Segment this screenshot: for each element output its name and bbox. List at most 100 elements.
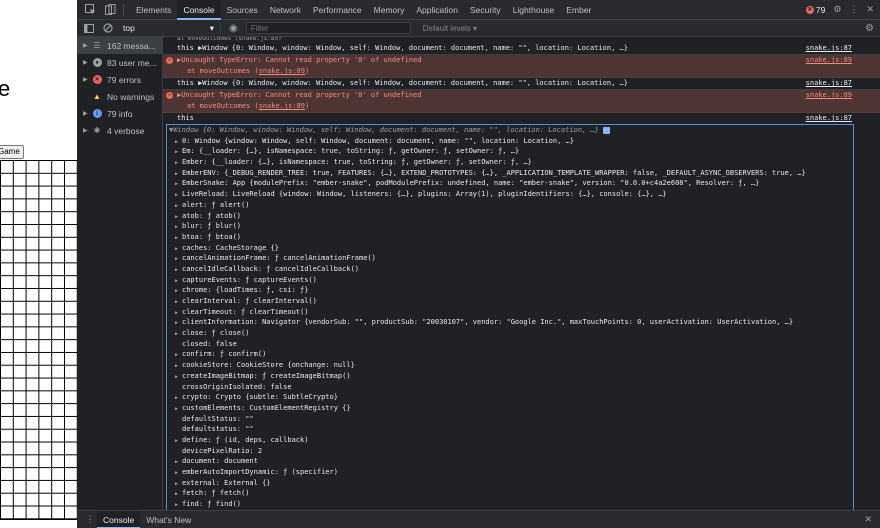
console-log-line[interactable]: this snake.js:87 <box>163 113 880 124</box>
tab-lighthouse[interactable]: Lighthouse <box>507 0 561 20</box>
expand-arrow-icon[interactable]: ▶ <box>175 468 182 478</box>
expand-arrow-icon[interactable]: ▶ <box>175 276 182 286</box>
expand-arrow-icon[interactable]: ▶ <box>175 308 182 318</box>
tab-sources[interactable]: Sources <box>221 0 264 20</box>
window-object-tree[interactable]: ▼Window {0: Window, window: Window, self… <box>166 124 854 510</box>
log-levels-dropdown[interactable]: Default levels ▾ <box>423 24 477 33</box>
object-property-row[interactable]: ▶ cookieStore: CookieStore {onchange: nul… <box>169 360 853 371</box>
close-drawer-icon[interactable]: ✕ <box>864 514 872 525</box>
close-devtools-icon[interactable]: ✕ <box>866 4 874 15</box>
expand-arrow-icon[interactable]: ▶ <box>175 265 182 275</box>
object-property-row[interactable]: ▶ confirm: ƒ confirm() <box>169 349 853 360</box>
expand-arrow-icon[interactable]: ▶ <box>175 190 182 200</box>
expand-arrow-icon[interactable]: ▶ <box>175 457 182 467</box>
expand-arrow-icon[interactable]: ▶ <box>175 350 182 360</box>
expand-arrow-icon[interactable]: ▶ <box>175 500 182 510</box>
source-link[interactable]: snake.js:87 <box>806 43 852 54</box>
expand-arrow-icon[interactable]: ▶ <box>175 244 182 254</box>
expand-arrow-icon[interactable]: ▶ <box>175 489 182 499</box>
sidebar-item-messages[interactable]: ▶ ☰ 162 messa... <box>77 37 162 54</box>
source-link[interactable]: snake.js:89 <box>806 55 852 66</box>
expand-arrow-icon[interactable]: ▶ <box>175 393 182 403</box>
tab-ember[interactable]: Ember <box>560 0 597 20</box>
tab-network[interactable]: Network <box>264 0 307 20</box>
object-property-row[interactable]: ▶ emberAutoImportDynamic: ƒ (specifier) <box>169 467 853 478</box>
toggle-sidebar-icon[interactable] <box>82 21 96 35</box>
live-expression-eye-icon[interactable]: ◉ <box>229 23 238 34</box>
expand-arrow-icon[interactable]: ▶ <box>175 361 182 371</box>
object-property-row[interactable]: ▶ clearInterval: ƒ clearInterval() <box>169 296 853 307</box>
source-link[interactable]: snake.js:87 <box>806 113 852 124</box>
object-property-row[interactable]: ▶ close: ƒ close() <box>169 328 853 339</box>
drawer-tab-console[interactable]: Console <box>97 510 141 528</box>
expand-arrow-icon[interactable]: ▶ <box>175 297 182 307</box>
expand-arrow-icon[interactable]: ▶ <box>175 329 182 339</box>
drawer-tab-whats-new[interactable]: What's New <box>140 511 197 528</box>
object-property-row[interactable]: ▶ find: ƒ find() <box>169 499 853 510</box>
object-property-row[interactable]: ▶ define: ƒ (id, deps, callback) <box>169 435 853 446</box>
tab-console[interactable]: Console <box>177 0 221 20</box>
object-property-row[interactable]: ▶ Ember: {__loader: {…}, isNamespace: tru… <box>169 157 853 168</box>
object-property-row[interactable]: ▶ captureEvents: ƒ captureEvents() <box>169 275 853 286</box>
source-link[interactable]: snake.js:87 <box>806 78 852 89</box>
object-property-row[interactable]: ▶ atob: ƒ atob() <box>169 211 853 222</box>
clear-console-icon[interactable] <box>101 21 115 35</box>
device-toolbar-icon[interactable] <box>103 3 117 17</box>
tab-performance[interactable]: Performance <box>307 0 368 20</box>
source-link[interactable]: snake.js:89 <box>806 90 852 101</box>
object-property-row[interactable]: ▶ chrome: {loadTimes: ƒ, csi: ƒ} <box>169 285 853 296</box>
tab-elements[interactable]: Elements <box>130 0 177 20</box>
expand-arrow-icon[interactable]: ▶ <box>175 404 182 414</box>
error-count-badge[interactable]: ✕ 79 <box>805 5 825 15</box>
object-property-row[interactable]: ▶ clientInformation: Navigator {vendorSub… <box>169 317 853 328</box>
tab-memory[interactable]: Memory <box>368 0 411 20</box>
expand-arrow-icon[interactable]: ▶ <box>175 479 182 489</box>
drawer-menu-icon[interactable]: ⋮ <box>83 514 97 525</box>
console-error-line[interactable]: ✕ ▶Uncaught TypeError: Cannot read prope… <box>163 55 880 78</box>
tab-security[interactable]: Security <box>464 0 507 20</box>
expand-arrow-icon[interactable]: ▶ <box>175 286 182 296</box>
context-selector[interactable]: top ▾ <box>123 22 221 34</box>
sidebar-item-warnings[interactable]: ▲ No warnings <box>77 88 162 105</box>
object-property-row[interactable]: ▶ customElements: CustomElementRegistry {… <box>169 403 853 414</box>
console-settings-gear-icon[interactable]: ⚙ <box>865 23 874 34</box>
expand-arrow-icon[interactable]: ▶ <box>175 179 182 189</box>
sidebar-item-info[interactable]: ▶ i 79 info <box>77 105 162 122</box>
error-trace-link[interactable]: snake.js:89 <box>259 102 305 110</box>
expand-arrow-icon[interactable]: ▶ <box>175 158 182 168</box>
game-button[interactable]: Game <box>0 145 24 159</box>
expand-arrow-icon[interactable]: ▶ <box>175 436 182 446</box>
object-property-row[interactable]: ▶ EmberSnake: App {modulePrefix: "ember-s… <box>169 178 853 189</box>
object-property-row[interactable]: ▶ LiveReload: LiveReload {window: Window,… <box>169 189 853 200</box>
object-property-row[interactable]: ▶ createImageBitmap: ƒ createImageBitmap(… <box>169 371 853 382</box>
inspect-element-icon[interactable] <box>83 3 97 17</box>
object-property-row[interactable]: ▶ cancelIdleCallback: ƒ cancelIdleCallbac… <box>169 264 853 275</box>
sidebar-item-user-messages[interactable]: ▶ ● 83 user me... <box>77 54 162 71</box>
object-property-row[interactable]: ▶ cancelAnimationFrame: ƒ cancelAnimation… <box>169 253 853 264</box>
object-header[interactable]: ▼Window {0: Window, window: Window, self… <box>169 125 853 136</box>
expand-arrow-icon[interactable]: ▶ <box>175 147 182 157</box>
expand-arrow-icon[interactable]: ▶ <box>175 233 182 243</box>
object-property-row[interactable]: ▶ crypto: Crypto {subtle: SubtleCrypto} <box>169 392 853 403</box>
object-property-row[interactable]: ▶ caches: CacheStorage {} <box>169 243 853 254</box>
settings-gear-icon[interactable]: ⚙ <box>833 4 841 15</box>
sidebar-item-errors[interactable]: ▶ ✕ 79 errors <box>77 71 162 88</box>
more-options-icon[interactable]: ⋮ <box>849 4 858 15</box>
expand-arrow-icon[interactable]: ▶ <box>175 318 182 328</box>
expand-arrow-icon[interactable]: ▶ <box>175 254 182 264</box>
expand-arrow-icon[interactable]: ▶ <box>175 201 182 211</box>
object-property-row[interactable]: ▶ external: External {} <box>169 478 853 489</box>
game-grid[interactable] <box>0 160 77 520</box>
sidebar-item-verbose[interactable]: ▶ ✱ 4 verbose <box>77 122 162 139</box>
object-property-row[interactable]: ▶ btoa: ƒ btoa() <box>169 232 853 243</box>
console-messages[interactable]: at moveOutcomes (snake.js:89) this ▶Wind… <box>163 37 880 510</box>
object-property-row[interactable]: ▶ clearTimeout: ƒ clearTimeout() <box>169 307 853 318</box>
tab-application[interactable]: Application <box>410 0 464 20</box>
object-property-row[interactable]: ▶ EmberENV: {_DEBUG_RENDER_TREE: true, FE… <box>169 168 853 179</box>
expand-arrow-icon[interactable]: ▶ <box>175 137 182 147</box>
console-error-line[interactable]: ✕ ▶Uncaught TypeError: Cannot read prope… <box>163 90 880 113</box>
object-property-row[interactable]: ▶ fetch: ƒ fetch() <box>169 488 853 499</box>
console-log-line[interactable]: this ▶Window {0: Window, window: Window,… <box>163 78 880 90</box>
expand-arrow-icon[interactable]: ▶ <box>175 372 182 382</box>
object-property-row[interactable]: ▶ Em: {__loader: {…}, isNamespace: true, … <box>169 146 853 157</box>
